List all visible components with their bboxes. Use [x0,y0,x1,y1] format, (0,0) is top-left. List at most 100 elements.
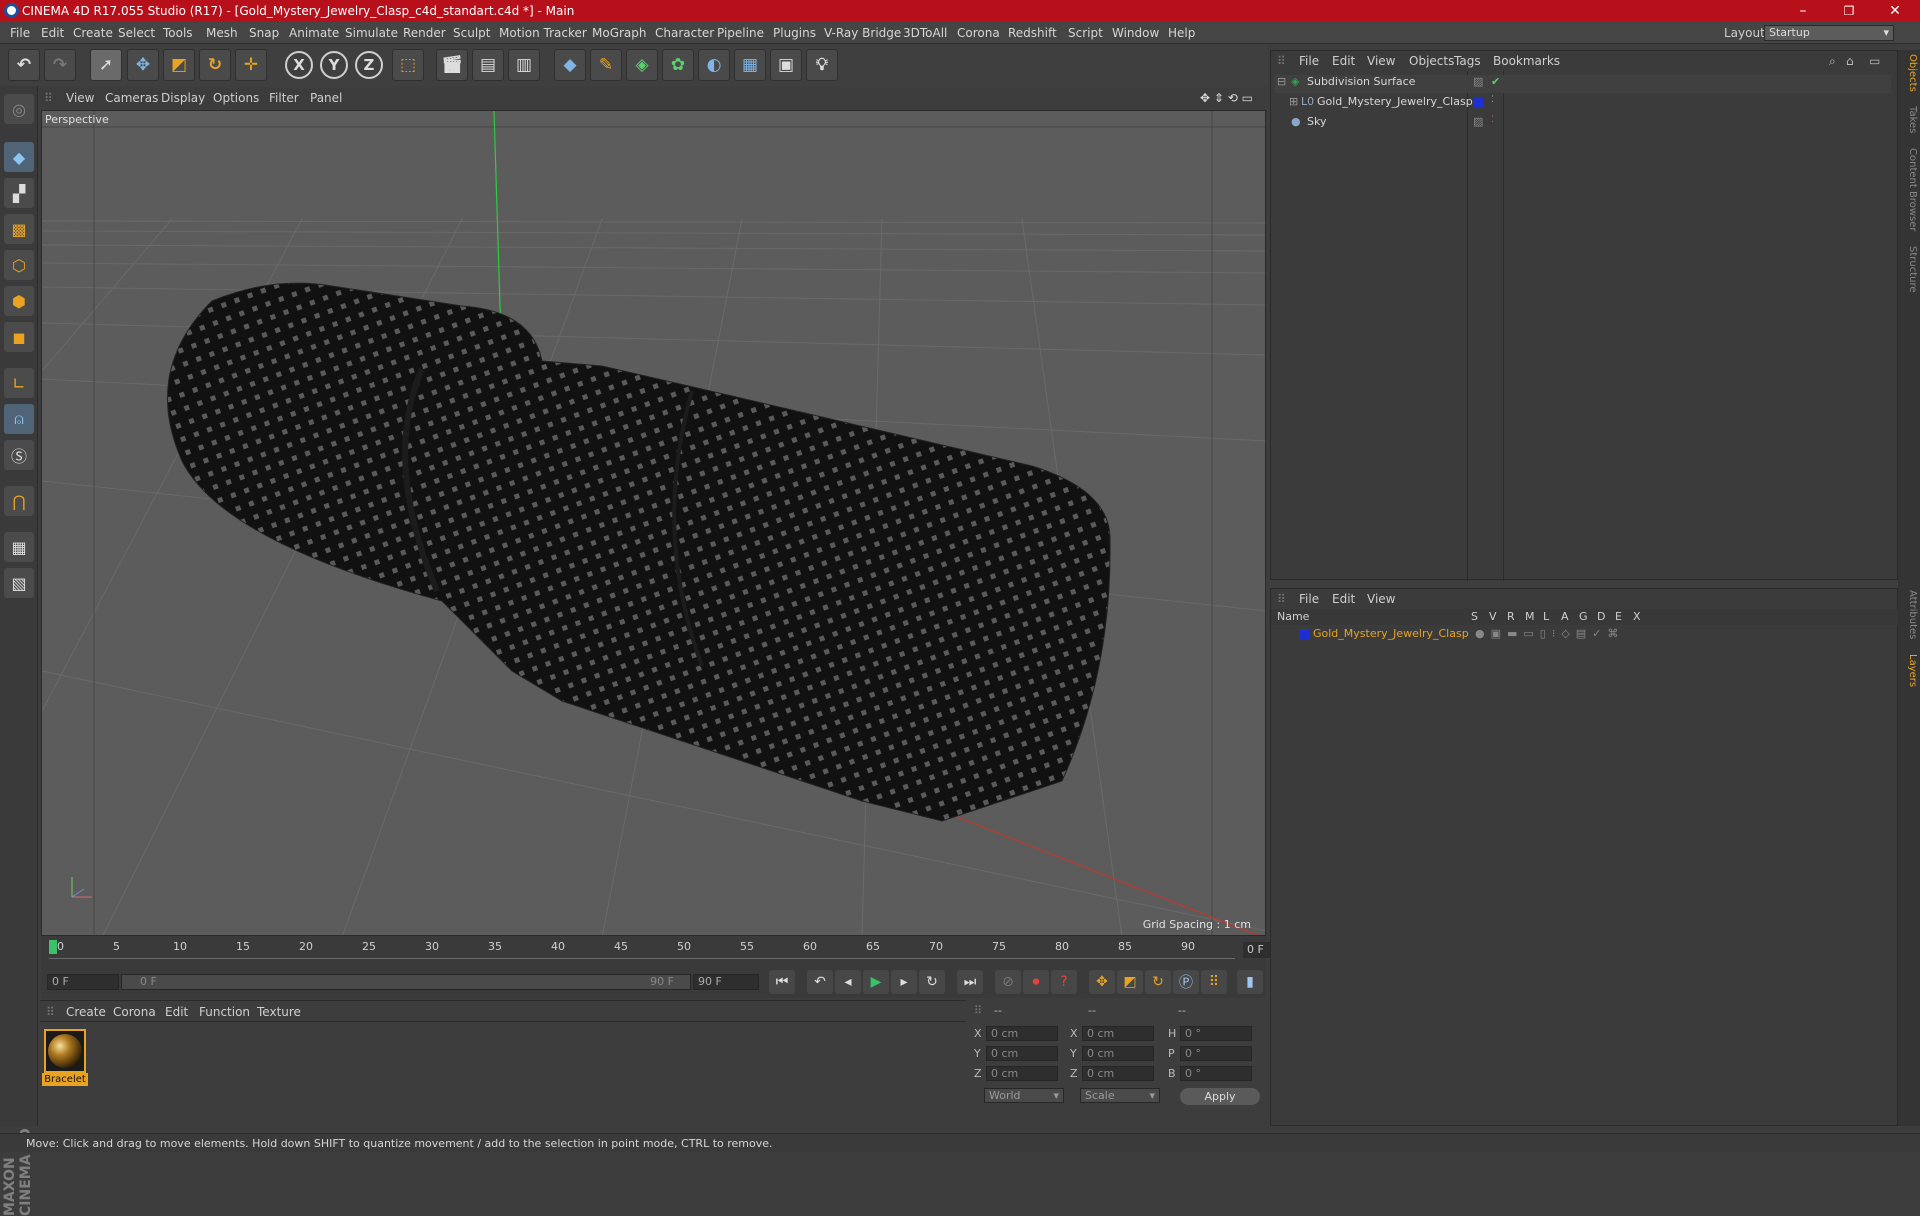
scale-button[interactable]: ◩ [163,49,195,81]
menu-animate[interactable]: Animate [289,26,339,40]
edges-mode-button[interactable]: ⬢ [4,286,34,316]
menu-mesh[interactable]: Mesh [206,26,238,40]
key-position-button[interactable]: ✥ [1089,970,1115,994]
coordinate-space-select[interactable]: World ▾ [984,1088,1064,1103]
menu-help[interactable]: Help [1168,26,1195,40]
texture-mode-button[interactable]: ▞ [4,178,34,208]
material-menu-create[interactable]: Create [66,1005,106,1019]
maximize-button[interactable]: ❐ [1826,0,1872,22]
menu-snap[interactable]: Snap [249,26,279,40]
menu-plugins[interactable]: Plugins [773,26,816,40]
menu-edit[interactable]: Edit [41,26,64,40]
object-menu-objects[interactable]: Objects [1409,54,1454,68]
play-button[interactable]: ▶ [863,970,889,994]
size-x-field[interactable]: 0 cm [1082,1026,1154,1041]
object-menu-bookmarks[interactable]: Bookmarks [1493,54,1560,68]
floor-button[interactable]: ▦ [734,49,766,81]
minimize-button[interactable]: – [1780,0,1826,22]
tab-takes[interactable]: Takes [1900,106,1918,133]
record-button[interactable]: ⏺ [1023,970,1049,994]
autokey-button[interactable]: ? [1051,970,1077,994]
menu-motion-tracker[interactable]: Motion Tracker [499,26,587,40]
motion-path-button[interactable]: ⊘ [995,970,1021,994]
menu-tools[interactable]: Tools [163,26,193,40]
viewport-menu-display[interactable]: Display [161,91,205,105]
next-key-button[interactable]: ↻ [919,970,945,994]
viewport-menu-panel[interactable]: Panel [310,91,342,105]
size-z-field[interactable]: 0 cm [1082,1066,1154,1081]
rot-p-field[interactable]: 0 ° [1180,1046,1252,1061]
render-picture-viewer-button[interactable]: ▤ [472,49,504,81]
polygons-mode-button[interactable]: ◼ [4,322,34,352]
menu-redshift[interactable]: Redshift [1008,26,1057,40]
menu-sculpt[interactable]: Sculpt [453,26,490,40]
rot-b-field[interactable]: 0 ° [1180,1066,1252,1081]
object-menu-file[interactable]: File [1299,54,1319,68]
visibility-dots-icon[interactable]: ⁚ [1491,95,1494,105]
perspective-viewport[interactable]: Perspective Grid Spacing : 1 cm [41,110,1266,936]
menu-select[interactable]: Select [118,26,155,40]
prev-key-button[interactable]: ↶ [807,970,833,994]
workplane-button[interactable]: ▩ [4,214,34,244]
tweak-mode-button[interactable]: ⍝ [4,404,34,434]
menu-mograph[interactable]: MoGraph [592,26,647,40]
points-mode-button[interactable]: ⬡ [4,250,34,280]
transform-button[interactable]: ✛ [235,49,267,81]
timeline-window-button[interactable]: ▮ [1237,970,1263,994]
pos-x-field[interactable]: 0 cm [986,1026,1058,1041]
enabled-check-icon[interactable]: ✔ [1491,75,1500,88]
tab-content-browser[interactable]: Content Browser [1900,148,1918,231]
prev-frame-button[interactable]: ◂ [835,970,861,994]
layer-menu-edit[interactable]: Edit [1332,592,1355,606]
timeline-ruler[interactable]: 0 5 10 15 20 25 30 35 40 45 50 55 60 65 … [41,936,1307,966]
object-row-subdivision[interactable]: ⊟ ◈ Subdivision Surface ▨ ✔ [1275,75,1891,93]
solo-button[interactable]: Ⓢ [4,440,34,470]
render-settings-button[interactable]: ▥ [508,49,540,81]
visibility-dots-icon[interactable]: ⁚ [1491,115,1494,125]
pos-y-field[interactable]: 0 cm [986,1046,1058,1061]
tab-attributes[interactable]: Attributes [1900,590,1918,639]
subdivision-button[interactable]: ◈ [626,49,658,81]
material-menu-function[interactable]: Function [199,1005,250,1019]
layer-menu-file[interactable]: File [1299,592,1319,606]
menu-vray-bridge[interactable]: V-Ray Bridge [824,26,901,40]
object-menu-tags[interactable]: Tags [1454,54,1481,68]
home-icon[interactable]: ⌂ [1846,54,1854,68]
viewport-menu-options[interactable]: Options [213,91,259,105]
apply-button[interactable]: Apply [1180,1088,1260,1105]
undo-button[interactable]: ↶ [8,49,40,81]
model-mode-button[interactable]: ◆ [4,142,34,172]
layout-select[interactable]: Startup ▾ [1764,25,1894,41]
key-parameter-button[interactable]: Ⓟ [1173,970,1199,994]
render-view-button[interactable]: 🎬︎ [436,49,468,81]
cube-button[interactable]: ◆ [554,49,586,81]
viewport-menu-view[interactable]: View [66,91,94,105]
material-menu-texture[interactable]: Texture [257,1005,301,1019]
key-rotation-button[interactable]: ↻ [1145,970,1171,994]
menu-script[interactable]: Script [1068,26,1103,40]
search-icon[interactable]: ⌕ [1829,54,1836,69]
menu-corona[interactable]: Corona [957,26,1000,40]
make-editable-button[interactable]: ◎ [4,94,34,124]
rot-h-field[interactable]: 0 ° [1180,1026,1252,1041]
move-button[interactable]: ✥ [127,49,159,81]
axis-mode-button[interactable]: ∟ [4,368,34,398]
size-y-field[interactable]: 0 cm [1082,1046,1154,1061]
menu-simulate[interactable]: Simulate [345,26,398,40]
deformer-button[interactable]: ◐ [698,49,730,81]
tab-structure[interactable]: Structure [1900,246,1918,293]
snap-button[interactable]: ⋂ [4,486,34,516]
start-frame-field[interactable]: 0 F [47,974,119,990]
frame-range-slider[interactable]: 0 F 90 F [121,974,691,990]
y-axis-button[interactable]: Y [320,51,348,79]
planar-workplane-button[interactable]: ▧ [4,568,34,598]
object-menu-view[interactable]: View [1367,54,1395,68]
redo-button[interactable]: ↷ [44,49,76,81]
material-menu-corona[interactable]: Corona [113,1005,156,1019]
end-frame-field[interactable]: 90 F [693,974,759,990]
layer-row[interactable]: Gold_Mystery_Jewelry_Clasp ●▣▬▭▯⁝◇▤✓⌘ [1275,627,1891,645]
menu-render[interactable]: Render [403,26,446,40]
object-row-clasp[interactable]: ⊞ L0 Gold_Mystery_Jewelry_Clasp ⁚ [1275,95,1891,113]
viewport-menu-filter[interactable]: Filter [269,91,299,105]
playhead[interactable] [49,940,57,954]
